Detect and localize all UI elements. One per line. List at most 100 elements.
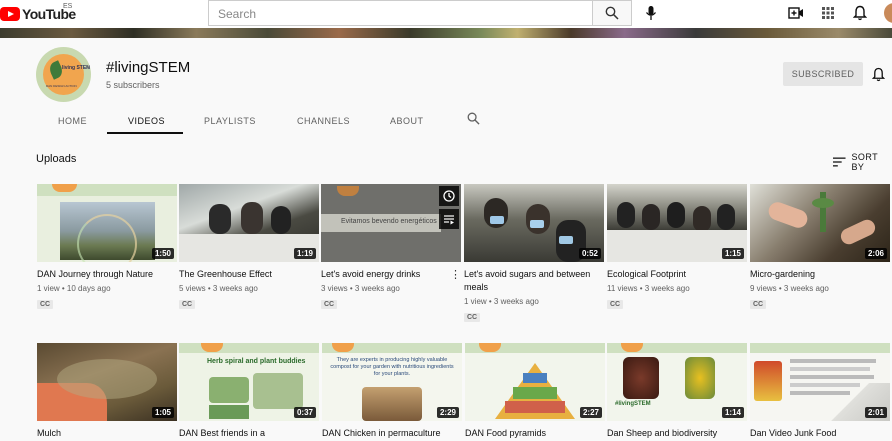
video-card[interactable]: 1:15 Ecological Footprint 11 views • 3 w… — [607, 184, 747, 311]
video-duration: 1:15 — [721, 248, 744, 259]
channel-search-button[interactable] — [467, 112, 480, 130]
cc-badge: CC — [179, 300, 196, 309]
video-title[interactable]: Micro-gardening — [750, 268, 885, 281]
video-meta: 1 view • 10 days ago — [37, 284, 111, 293]
sort-label: SORT BY — [851, 152, 878, 172]
search-icon — [605, 6, 619, 20]
video-title[interactable]: DAN Journey through Nature — [37, 268, 172, 281]
video-thumbnail[interactable]: Herb spiral and plant buddies 0:37 — [179, 343, 319, 421]
tab-channels[interactable]: CHANNELS — [297, 116, 350, 126]
bell-icon — [853, 5, 867, 21]
channel-name: #livingSTEM — [106, 59, 191, 76]
cc-badge: CC — [321, 300, 338, 309]
apps-button[interactable] — [819, 4, 837, 22]
video-title[interactable]: Let's avoid energy drinks — [321, 268, 456, 281]
section-title: Uploads — [36, 153, 77, 165]
avatar-small-text: DAN DESIGN ACTION — [46, 84, 77, 88]
tab-about[interactable]: ABOUT — [390, 116, 424, 126]
add-to-queue-button[interactable] — [439, 209, 459, 229]
search-icon — [467, 112, 480, 125]
video-thumbnail[interactable]: They are experts in producing highly val… — [322, 343, 462, 421]
video-thumbnail[interactable]: 1:50 — [37, 184, 177, 262]
video-title[interactable]: DAN Best friends in a — [179, 427, 314, 440]
video-title[interactable]: Ecological Footprint — [607, 268, 742, 281]
video-thumbnail[interactable]: Evitamos bevendo energéticos — [321, 184, 461, 262]
video-title[interactable]: Let's avoid sugars and between meals — [464, 268, 599, 294]
account-avatar[interactable] — [884, 3, 892, 23]
video-title[interactable]: Mulch — [37, 427, 172, 440]
apps-grid-icon — [822, 7, 834, 19]
thumbnail-text: They are experts in producing highly val… — [330, 357, 454, 377]
sort-button[interactable]: SORT BY — [833, 152, 892, 172]
video-card[interactable]: 1:50 DAN Journey through Nature 1 view •… — [37, 184, 177, 311]
video-duration: 1:50 — [151, 248, 174, 259]
cc-badge: CC — [464, 313, 481, 322]
video-thumbnail[interactable]: 2:27 — [465, 343, 605, 421]
video-duration: 1:19 — [293, 248, 316, 259]
channel-avatar: living STEM DAN DESIGN ACTION — [36, 47, 91, 102]
video-duration: 2:29 — [436, 407, 459, 418]
video-meta: 3 views • 3 weeks ago — [321, 284, 400, 293]
video-card[interactable]: 1:05 Mulch — [37, 343, 177, 440]
video-thumbnail[interactable]: 1:19 — [179, 184, 319, 262]
subscribed-button[interactable]: SUBSCRIBED — [783, 62, 863, 86]
video-card[interactable]: They are experts in producing highly val… — [322, 343, 462, 440]
top-bar: YouTube ES Search — [0, 0, 892, 28]
video-meta: 5 views • 3 weeks ago — [179, 284, 258, 293]
video-meta: 1 view • 3 weeks ago — [464, 297, 539, 306]
video-thumbnail[interactable]: 1:05 — [37, 343, 177, 421]
video-card[interactable]: Herb spiral and plant buddies 0:37 DAN B… — [179, 343, 319, 440]
queue-icon — [444, 215, 454, 225]
video-duration: 0:37 — [293, 407, 316, 418]
voice-search-button[interactable] — [642, 4, 660, 22]
video-duration: 1:05 — [151, 407, 174, 418]
video-title[interactable]: Dan Video Junk Food — [750, 427, 885, 440]
video-card[interactable]: 2:06 Micro-gardening 9 views • 3 weeks a… — [750, 184, 890, 311]
cc-badge: CC — [607, 300, 624, 309]
notifications-button[interactable] — [851, 4, 869, 22]
watch-later-button[interactable] — [439, 186, 459, 206]
video-card[interactable]: 2:27 DAN Food pyramids — [465, 343, 605, 440]
country-code: ES — [63, 3, 73, 10]
tab-home[interactable]: HOME — [58, 116, 87, 126]
video-card[interactable]: #livingSTEM 1:14 Dan Sheep and biodivers… — [607, 343, 747, 440]
videos-content: Uploads SORT BY 1:50 DAN Journey through… — [0, 135, 892, 441]
video-thumbnail[interactable]: 0:52 — [464, 184, 604, 262]
channel-header: living STEM DAN DESIGN ACTION #livingSTE… — [0, 38, 892, 135]
video-duration: 2:27 — [579, 407, 602, 418]
video-meta: 9 views • 3 weeks ago — [750, 284, 829, 293]
tab-videos[interactable]: VIDEOS — [128, 116, 165, 126]
youtube-play-icon — [0, 7, 20, 21]
video-card[interactable]: 2:01 Dan Video Junk Food — [750, 343, 890, 440]
thumbnail-text: #livingSTEM — [615, 401, 651, 407]
tab-playlists[interactable]: PLAYLISTS — [204, 116, 256, 126]
video-thumbnail[interactable]: 2:01 — [750, 343, 890, 421]
video-card[interactable]: 0:52 Let's avoid sugars and between meal… — [464, 184, 604, 324]
video-title[interactable]: DAN Chicken in permaculture — [322, 427, 457, 440]
cc-badge: CC — [37, 300, 54, 309]
avatar-logo-text: living STEM — [62, 65, 91, 71]
hover-actions — [439, 186, 459, 229]
sort-icon — [833, 157, 846, 167]
video-thumbnail[interactable]: 1:15 — [607, 184, 747, 262]
video-card[interactable]: Evitamos bevendo energéticos Let's avoid… — [321, 184, 461, 311]
more-actions-icon[interactable]: ⋮ — [450, 268, 461, 281]
avatar-sun-shape — [43, 54, 84, 95]
video-title[interactable]: DAN Food pyramids — [465, 427, 600, 440]
create-button[interactable] — [787, 4, 805, 22]
video-thumbnail[interactable]: #livingSTEM 1:14 — [607, 343, 747, 421]
bell-icon — [871, 67, 886, 82]
microphone-icon — [645, 6, 657, 20]
search-button[interactable] — [592, 0, 632, 26]
subscriber-count: 5 subscribers — [106, 80, 160, 90]
active-tab-indicator — [107, 132, 183, 134]
video-card[interactable]: 1:19 The Greenhouse Effect 5 views • 3 w… — [179, 184, 319, 311]
video-meta: 11 views • 3 weeks ago — [607, 284, 690, 293]
video-title[interactable]: The Greenhouse Effect — [179, 268, 314, 281]
cc-badge: CC — [750, 300, 767, 309]
video-thumbnail[interactable]: 2:06 — [750, 184, 890, 262]
channel-notification-button[interactable] — [871, 67, 886, 87]
video-duration: 0:52 — [578, 248, 601, 259]
search-input[interactable]: Search — [208, 0, 593, 26]
video-title[interactable]: Dan Sheep and biodiversity — [607, 427, 742, 440]
